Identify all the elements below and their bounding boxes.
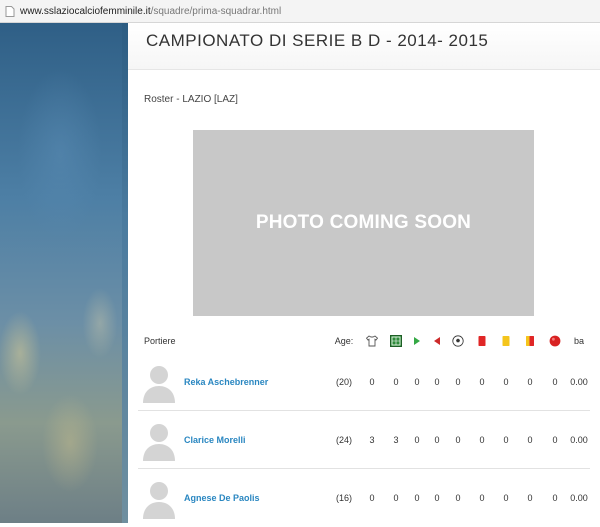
stat-cell: 0 [414,493,420,503]
team-photo-placeholder: PHOTO COMING SOON [193,130,534,316]
stat-cell: 0 [434,377,440,387]
url-path: /squadre/prima-squadrar.html [150,5,282,17]
ba-cell: 0.00 [570,377,588,387]
avatar-placeholder-icon [143,366,175,403]
age-column-label: Age: [334,336,354,346]
roster-table-header: Portiere Age: ba [128,328,600,354]
stat-cell: 0 [455,435,461,445]
roster-label: Roster - LAZIO [LAZ] [144,94,238,105]
stat-cell: 0 [503,435,509,445]
shirt-icon [364,328,380,354]
url-host: www.sslaziocalciofemminile.it [20,5,151,17]
background-image [0,23,122,523]
title-header: CAMPIONATO DI SERIE B D - 2014- 2015 [128,23,600,70]
goal-ball-icon [451,328,465,354]
yellow-card-icon [499,328,513,354]
ba-cell: 0.00 [570,435,588,445]
player-row: Reka Aschebrenner (20) 0 0 0 0 0 0 0 0 0… [128,353,600,411]
stat-cell: 0 [393,493,399,503]
red-card-icon [475,328,489,354]
stat-cell: 0 [527,435,533,445]
position-label: Portiere [144,336,176,346]
stat-cell: 0 [552,493,558,503]
stat-cell: 0 [503,377,509,387]
ba-column-label: ba [573,336,584,346]
player-row: Agnese De Paolis (16) 0 0 0 0 0 0 0 0 0 … [128,469,600,527]
sub-out-arrow-icon [430,328,444,354]
player-row: Clarice Morelli (24) 3 3 0 0 0 0 0 0 0 0… [128,411,600,469]
player-name-link[interactable]: Reka Aschebrenner [184,353,268,411]
player-age: (24) [335,435,352,445]
stat-cell: 0 [369,377,375,387]
player-name-link[interactable]: Clarice Morelli [184,411,246,469]
player-age: (20) [335,377,352,387]
stat-cell: 0 [503,493,509,503]
stat-cell: 0 [414,435,420,445]
stat-cell: 0 [552,377,558,387]
page-icon [4,5,16,17]
ba-cell: 0.00 [570,493,588,503]
stat-cell: 0 [479,493,485,503]
own-goal-icon [547,328,563,354]
player-name-link[interactable]: Agnese De Paolis [184,469,260,527]
second-yellow-card-icon [523,328,537,354]
photo-placeholder-text: PHOTO COMING SOON [255,212,472,233]
stat-cell: 3 [393,435,399,445]
content-panel: CAMPIONATO DI SERIE B D - 2014- 2015 Ros… [128,23,600,523]
stat-cell: 0 [434,435,440,445]
stat-cell: 0 [527,493,533,503]
player-age: (16) [335,493,352,503]
page-title: CAMPIONATO DI SERIE B D - 2014- 2015 [146,31,489,50]
stat-cell: 0 [479,435,485,445]
stat-cell: 0 [479,377,485,387]
sub-in-arrow-icon [410,328,424,354]
substitution-icon [388,328,404,354]
stat-cell: 0 [393,377,399,387]
url-text[interactable]: www.sslaziocalciofemminile.it/squadre/pr… [20,6,281,17]
stat-cell: 0 [552,435,558,445]
stat-cell: 0 [414,377,420,387]
stat-cell: 0 [455,493,461,503]
stat-cell: 0 [527,377,533,387]
stat-cell: 3 [369,435,375,445]
address-bar[interactable]: www.sslaziocalciofemminile.it/squadre/pr… [0,0,600,23]
avatar-placeholder-icon [143,424,175,461]
stat-cell: 0 [434,493,440,503]
avatar-placeholder-icon [143,482,175,519]
stat-cell: 0 [455,377,461,387]
stat-cell: 0 [369,493,375,503]
